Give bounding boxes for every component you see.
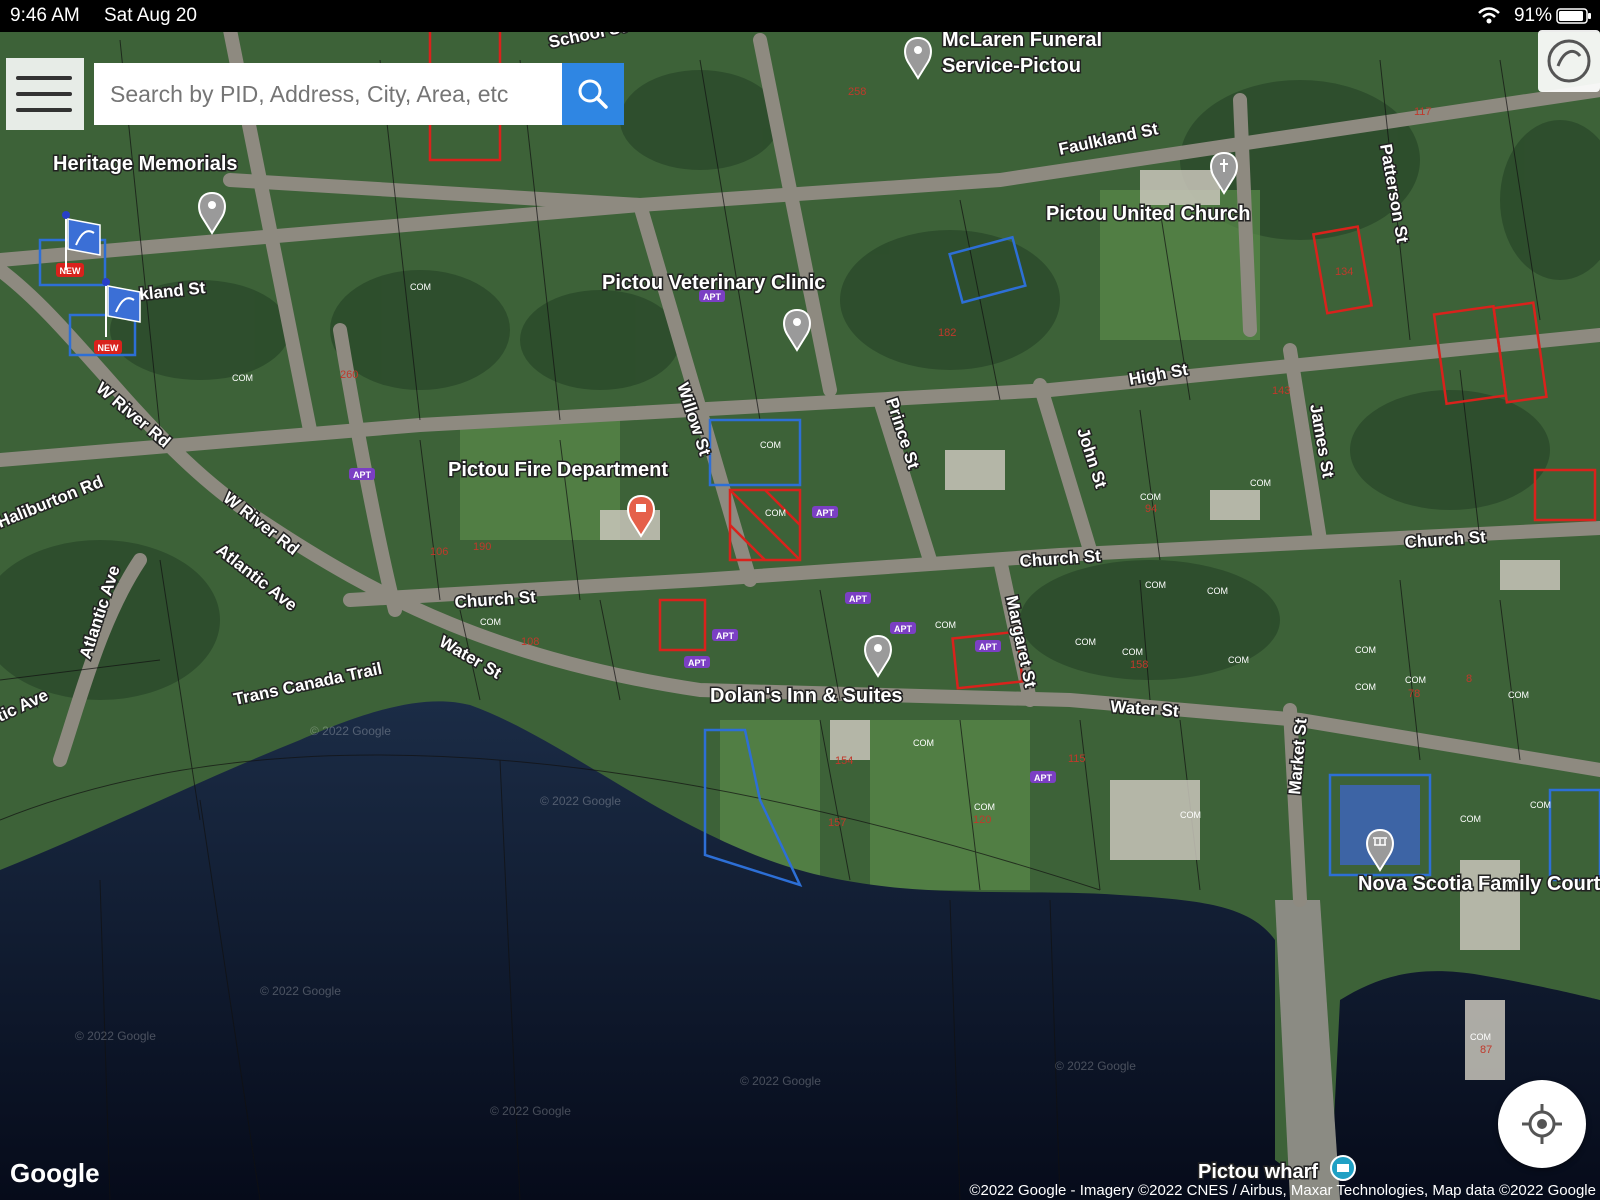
svg-text:134: 134	[1335, 266, 1353, 278]
svg-text:COM: COM	[232, 373, 253, 383]
svg-text:COM: COM	[1470, 1032, 1491, 1042]
battery-icon	[1556, 8, 1591, 24]
status-time: 9:46 AM	[10, 5, 80, 26]
new-badge: NEW	[56, 263, 84, 277]
svg-text:© 2022 Google: © 2022 Google	[540, 794, 621, 808]
svg-text:190: 190	[473, 541, 491, 553]
svg-text:94: 94	[1145, 503, 1157, 515]
svg-text:COM: COM	[1180, 810, 1201, 820]
new-badge: NEW	[94, 340, 122, 354]
svg-text:COM: COM	[480, 617, 501, 627]
svg-text:COM: COM	[1508, 690, 1529, 700]
svg-text:154: 154	[835, 755, 853, 767]
apt-badge: APT	[890, 622, 916, 634]
wifi-icon	[1478, 7, 1500, 24]
svg-text:COM: COM	[1355, 645, 1376, 655]
svg-text:APT: APT	[703, 292, 722, 302]
svg-text:COM: COM	[410, 282, 431, 292]
place-label: McLaren Funeral	[942, 29, 1102, 51]
svg-text:182: 182	[938, 327, 956, 339]
satellite-map[interactable]: © 2022 Google © 2022 Google © 2022 Googl…	[0, 0, 1600, 1200]
crea-logo-button[interactable]	[1538, 30, 1600, 92]
battery-percent: 91%	[1513, 5, 1552, 26]
apt-badge: APT	[1030, 771, 1056, 783]
svg-text:120: 120	[973, 814, 991, 826]
crea-logo-icon	[1547, 39, 1591, 83]
status-date: Sat Aug 20	[104, 5, 197, 26]
svg-text:© 2022 Google: © 2022 Google	[310, 724, 391, 738]
google-logo: Google	[10, 1158, 100, 1188]
place-label: Dolan's Inn & Suites	[710, 685, 903, 707]
svg-text:© 2022 Google: © 2022 Google	[1055, 1059, 1136, 1073]
svg-text:108: 108	[521, 636, 539, 648]
place-label: Pictou wharf	[1198, 1161, 1318, 1183]
svg-text:87: 87	[1480, 1044, 1492, 1056]
my-location-button[interactable]	[1498, 1080, 1586, 1168]
svg-text:APT: APT	[1034, 773, 1053, 783]
map-attribution: ©2022 Google - Imagery ©2022 CNES / Airb…	[969, 1182, 1596, 1199]
svg-text:COM: COM	[1145, 580, 1166, 590]
menu-button[interactable]	[6, 58, 84, 130]
svg-text:COM: COM	[1122, 647, 1143, 657]
svg-text:COM: COM	[1460, 814, 1481, 824]
svg-text:COM: COM	[1530, 800, 1551, 810]
svg-text:NEW: NEW	[60, 266, 82, 276]
svg-text:COM: COM	[1140, 492, 1161, 502]
svg-text:© 2022 Google: © 2022 Google	[75, 1029, 156, 1043]
svg-text:COM: COM	[913, 738, 934, 748]
place-label: Pictou United Church	[1046, 203, 1250, 225]
search-bar[interactable]	[94, 63, 562, 125]
place-label: Service-Pictou	[942, 55, 1081, 77]
svg-text:COM: COM	[765, 508, 786, 518]
svg-text:© 2022 Google: © 2022 Google	[260, 984, 341, 998]
search-button[interactable]	[562, 63, 624, 125]
svg-text:COM: COM	[760, 440, 781, 450]
camera-pin-icon	[1330, 1155, 1356, 1181]
place-label: Pictou Fire Department	[448, 459, 668, 481]
svg-text:COM: COM	[1228, 655, 1249, 665]
svg-text:COM: COM	[1405, 675, 1426, 685]
apt-badge: APT	[975, 640, 1001, 652]
svg-text:COM: COM	[1075, 637, 1096, 647]
svg-text:NEW: NEW	[98, 343, 120, 353]
svg-text:COM: COM	[1355, 682, 1376, 692]
place-label: Nova Scotia Family Court	[1358, 873, 1600, 895]
svg-text:COM: COM	[935, 620, 956, 630]
svg-text:COM: COM	[1250, 478, 1271, 488]
status-bar: 9:46 AM Sat Aug 20 91%	[0, 0, 1600, 32]
search-input[interactable]	[108, 63, 552, 125]
svg-text:COM: COM	[974, 802, 995, 812]
apt-badge: APT	[349, 468, 375, 480]
svg-text:258: 258	[848, 86, 866, 98]
apt-badge: APT	[699, 290, 725, 302]
apt-badge: APT	[684, 656, 710, 668]
svg-text:157: 157	[828, 817, 846, 829]
svg-text:APT: APT	[716, 631, 735, 641]
svg-text:COM: COM	[1207, 586, 1228, 596]
svg-text:APT: APT	[688, 658, 707, 668]
place-label: Heritage Memorials	[53, 153, 238, 175]
svg-text:APT: APT	[849, 594, 868, 604]
svg-text:8: 8	[1466, 673, 1472, 685]
svg-text:78: 78	[1408, 688, 1420, 700]
apt-badge: APT	[712, 629, 738, 641]
apt-badge: APT	[845, 592, 871, 604]
svg-text:260: 260	[340, 369, 358, 381]
svg-text:115: 115	[1068, 753, 1086, 765]
svg-text:APT: APT	[979, 642, 998, 652]
svg-text:143: 143	[1272, 385, 1290, 397]
my-location-icon	[1522, 1104, 1562, 1144]
search-icon	[578, 79, 608, 109]
svg-text:© 2022 Google: © 2022 Google	[490, 1104, 571, 1118]
svg-text:APT: APT	[816, 508, 835, 518]
apt-badge: APT	[812, 506, 838, 518]
svg-text:117: 117	[1414, 106, 1432, 118]
svg-text:106: 106	[430, 546, 448, 558]
svg-text:APT: APT	[894, 624, 913, 634]
svg-text:158: 158	[1130, 659, 1148, 671]
svg-text:APT: APT	[353, 470, 372, 480]
svg-text:© 2022 Google: © 2022 Google	[740, 1074, 821, 1088]
